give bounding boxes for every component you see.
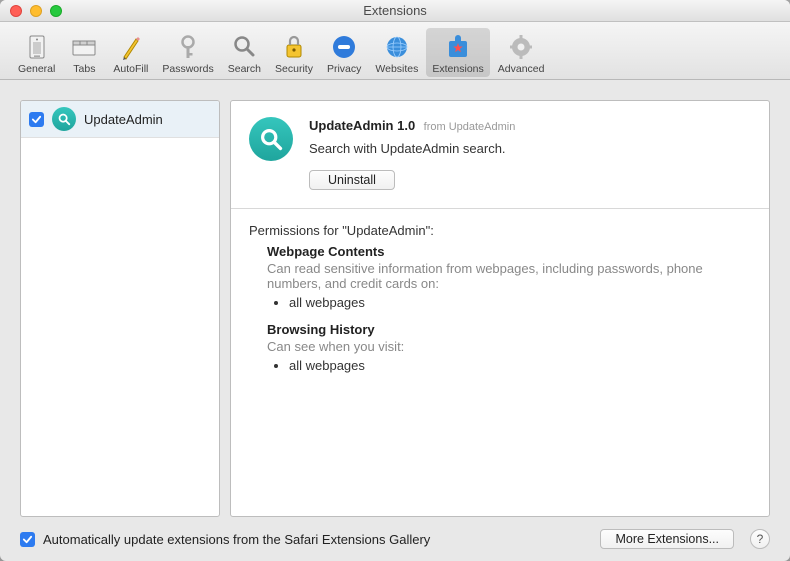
- advanced-icon: [508, 32, 534, 62]
- permission-item: all webpages: [289, 358, 751, 373]
- traffic-lights: [0, 5, 62, 17]
- extension-row[interactable]: UpdateAdmin: [21, 101, 219, 138]
- permission-title: Browsing History: [267, 322, 751, 337]
- extension-title: UpdateAdmin 1.0: [309, 118, 415, 133]
- help-button[interactable]: ?: [750, 529, 770, 549]
- toolbar: General Tabs AutoFill Passwords Search: [0, 22, 790, 80]
- tab-extensions[interactable]: Extensions: [426, 28, 489, 77]
- extension-name: UpdateAdmin: [84, 112, 163, 127]
- tab-search[interactable]: Search: [222, 28, 267, 77]
- passwords-icon: [175, 32, 201, 62]
- tab-autofill[interactable]: AutoFill: [107, 28, 154, 77]
- tab-general[interactable]: General: [12, 28, 61, 77]
- close-icon[interactable]: [10, 5, 22, 17]
- zoom-icon[interactable]: [50, 5, 62, 17]
- tab-advanced[interactable]: Advanced: [492, 28, 551, 77]
- extension-detail: UpdateAdmin 1.0 from UpdateAdmin Search …: [230, 100, 770, 517]
- general-icon: [24, 32, 50, 62]
- permissions-heading: Permissions for "UpdateAdmin":: [249, 223, 751, 238]
- extension-icon: [52, 107, 76, 131]
- minimize-icon[interactable]: [30, 5, 42, 17]
- titlebar[interactable]: Extensions: [0, 0, 790, 22]
- footer: Automatically update extensions from the…: [20, 517, 770, 549]
- more-extensions-button[interactable]: More Extensions...: [600, 529, 734, 549]
- auto-update-label: Automatically update extensions from the…: [43, 532, 592, 547]
- permission-desc: Can see when you visit:: [267, 339, 751, 354]
- permission-desc: Can read sensitive information from webp…: [267, 261, 751, 291]
- tab-security[interactable]: Security: [269, 28, 319, 77]
- autofill-icon: [118, 32, 144, 62]
- tab-websites[interactable]: Websites: [369, 28, 424, 77]
- permission-title: Webpage Contents: [267, 244, 751, 259]
- security-icon: [281, 32, 307, 62]
- search-icon: [231, 32, 257, 62]
- tab-passwords[interactable]: Passwords: [156, 28, 219, 77]
- tab-tabs[interactable]: Tabs: [63, 28, 105, 77]
- extension-description: Search with UpdateAdmin search.: [309, 141, 751, 156]
- tab-privacy[interactable]: Privacy: [321, 28, 367, 77]
- privacy-icon: [331, 32, 357, 62]
- uninstall-button[interactable]: Uninstall: [309, 170, 395, 190]
- extension-author: from UpdateAdmin: [424, 121, 516, 133]
- window-title: Extensions: [0, 3, 790, 18]
- extensions-list: UpdateAdmin: [20, 100, 220, 517]
- tabs-icon: [70, 32, 98, 62]
- extension-enabled-checkbox[interactable]: [29, 112, 44, 127]
- extension-detail-icon: [249, 117, 293, 161]
- permission-item: all webpages: [289, 295, 751, 310]
- extensions-icon: [445, 32, 471, 62]
- content: UpdateAdmin UpdateAdmin 1.0 from UpdateA…: [0, 80, 790, 561]
- auto-update-checkbox[interactable]: [20, 532, 35, 547]
- websites-icon: [384, 32, 410, 62]
- extensions-window: Extensions General Tabs AutoFill Passwor…: [0, 0, 790, 561]
